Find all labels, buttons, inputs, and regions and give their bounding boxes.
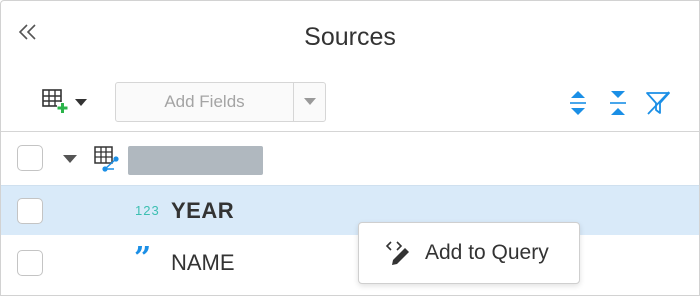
source-checkbox[interactable] — [17, 145, 43, 171]
number-type-icon: 123 — [135, 203, 160, 218]
filter-off-icon[interactable] — [644, 89, 672, 117]
chevron-down-icon[interactable] — [293, 83, 325, 121]
panel-title: Sources — [304, 23, 396, 51]
add-to-query-label: Add to Query — [425, 241, 549, 264]
add-table-button[interactable] — [41, 88, 97, 119]
chevron-down-icon — [75, 94, 87, 112]
field-checkbox[interactable] — [17, 250, 43, 276]
data-source-icon — [93, 145, 121, 178]
context-menu-add-to-query[interactable]: Add to Query — [358, 222, 580, 284]
code-pencil-icon — [385, 240, 411, 271]
field-name: NAME — [171, 250, 235, 275]
field-name: YEAR — [171, 198, 235, 223]
caret-down-icon[interactable] — [63, 151, 77, 169]
source-name-redacted — [128, 146, 263, 175]
sources-panel: Sources Add Fields 123 YEAR ” NAME Add t… — [0, 0, 700, 296]
toolbar-divider — [1, 131, 699, 132]
string-type-icon: ” — [134, 241, 152, 276]
expand-all-icon[interactable] — [564, 89, 592, 117]
field-checkbox[interactable] — [17, 198, 43, 224]
add-fields-label: Add Fields — [164, 92, 245, 111]
toolbar: Add Fields — [1, 81, 699, 131]
tree-row-field[interactable]: ” NAME — [1, 238, 699, 288]
tree-row-field[interactable]: 123 YEAR — [1, 185, 699, 235]
panel-header: Sources — [1, 1, 699, 81]
collapse-all-icon[interactable] — [604, 89, 632, 117]
add-fields-select[interactable]: Add Fields — [115, 82, 326, 122]
tree-row-source[interactable] — [1, 133, 699, 183]
table-add-icon — [41, 88, 69, 119]
